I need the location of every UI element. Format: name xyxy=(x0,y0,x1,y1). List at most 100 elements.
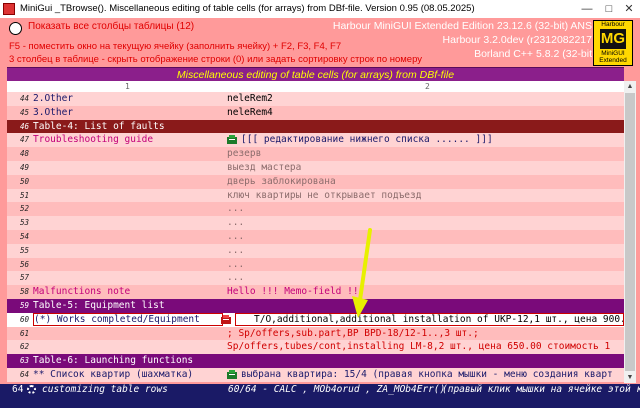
table-row[interactable]: 44 2.Other neleRem2 xyxy=(7,92,624,106)
cell-col2[interactable]: ... xyxy=(227,258,624,272)
column-header-1[interactable]: 1 xyxy=(125,81,130,92)
cell-col2[interactable]: дверь заблокирована xyxy=(227,175,624,189)
cell-col2[interactable]: ... xyxy=(227,230,624,244)
row-number: 64 xyxy=(19,369,29,379)
apartment-label: выбрана квартира: 15/4 (правая кнопка мы… xyxy=(241,368,613,380)
table-row[interactable]: 61 ; Sp/offers,sub.part,BP BPD-18/12-1..… xyxy=(7,326,624,341)
table-row[interactable]: 54 ... xyxy=(7,229,624,244)
table-row[interactable]: 55 ... xyxy=(7,243,624,258)
section-row[interactable]: 63 Table-6: Launching functions xyxy=(7,354,624,368)
row-number: 50 xyxy=(19,176,29,186)
cell-col1[interactable]: 2.Other xyxy=(33,92,223,106)
scroll-down-icon[interactable]: ▼ xyxy=(624,372,636,383)
table-row[interactable]: 52 ... xyxy=(7,202,624,217)
cell-col2[interactable]: выезд мастера xyxy=(227,161,624,175)
table-row[interactable]: 53 ... xyxy=(7,216,624,230)
table-row[interactable]: 48 резерв xyxy=(7,147,624,161)
table-row[interactable]: 62 Sp/offers,tubes/cont,installing LM-8,… xyxy=(7,340,624,355)
cell-col2[interactable]: Hello !!! Memo-field !!! xyxy=(227,285,624,299)
scroll-up-icon[interactable]: ▲ xyxy=(624,81,636,92)
equipment-icon[interactable] xyxy=(221,314,231,324)
row-number: 59 xyxy=(19,300,29,310)
table-row[interactable]: 57 ... xyxy=(7,271,624,286)
logo-bottom-text-2: Extended xyxy=(599,57,627,64)
version-minigui: Harbour MiniGUI Extended Edition 23.12.6… xyxy=(332,20,592,32)
cell-col2[interactable]: ключ квартиры не открывает подъезд xyxy=(227,189,624,203)
row-number: 46 xyxy=(19,121,29,131)
cell-col2[interactable]: Sp/offers,tubes/cont,installing LM-8,2 ш… xyxy=(227,340,624,354)
row-number: 62 xyxy=(19,342,29,352)
row-number: 45 xyxy=(19,107,29,117)
row-number: 55 xyxy=(19,245,29,255)
table-row[interactable]: 45 3.Other neleRem4 xyxy=(7,105,624,120)
scrollbar-thumb[interactable] xyxy=(625,93,635,371)
row-number: 56 xyxy=(19,259,29,269)
apartment-icon[interactable] xyxy=(227,369,237,379)
minigui-logo: Harbour MG MiniGUI Extended xyxy=(593,20,633,66)
column-header-row: 1 2 xyxy=(7,81,624,92)
show-all-columns-label[interactable]: Показать все столбцы таблицы (12) xyxy=(28,21,194,32)
row-number: 48 xyxy=(19,149,29,159)
table-row[interactable]: 56 ... xyxy=(7,257,624,272)
column-header-2[interactable]: 2 xyxy=(425,81,430,92)
record-count: 64 xyxy=(12,384,24,395)
cell-col2[interactable]: ... xyxy=(227,216,624,230)
cell-col1[interactable]: ** Список квартир (шахматка) xyxy=(33,368,223,382)
row-number: 44 xyxy=(19,94,29,103)
section-title[interactable]: Table-6: Launching functions xyxy=(33,354,433,368)
window-title: MiniGui _TBrowse(). Miscellaneous editin… xyxy=(20,3,475,14)
show-all-columns-checkbox[interactable] xyxy=(9,22,22,35)
status-info: 60/64 - CALC , MOb4orud , ZA_MOb4Err() xyxy=(228,384,446,395)
row-number: 53 xyxy=(19,218,29,228)
table-row[interactable]: 49 выезд мастера xyxy=(7,160,624,175)
table-row[interactable]: 51 ключ квартиры не открывает подъезд xyxy=(7,188,624,203)
table-row[interactable]: 64 ** Список квартир (шахматка) выбрана … xyxy=(7,367,624,382)
status-bar: 64 customizing table rows 60/64 - CALC ,… xyxy=(0,384,640,408)
table-row-current[interactable]: 60 (*) Works completed/Equipment T/O,add… xyxy=(7,312,624,327)
vertical-scrollbar[interactable]: ▲ ▼ xyxy=(624,81,636,383)
status-hint: (правый клик мышки на ячейке этой кол xyxy=(442,384,640,395)
hint-column3: 3 столбец в таблице - скрыть отображение… xyxy=(9,54,423,65)
section-row[interactable]: 59 Table-5: Equipment list xyxy=(7,298,624,313)
version-compiler: Borland C++ 5.8.2 (32-bit xyxy=(474,48,592,60)
logo-bottom-text-1: MiniGUI xyxy=(601,50,625,57)
cell-col1[interactable]: Troubleshooting guide xyxy=(33,133,223,147)
edit-list-icon[interactable] xyxy=(227,135,237,145)
cell-col2[interactable]: ; Sp/offers,sub.part,BP BPD-18/12-1..,3 … xyxy=(227,327,624,341)
cell-col2-selected[interactable]: T/O,additional,additional installation o… xyxy=(235,312,624,326)
cell-col2[interactable]: [[[ редактирование нижнего списка ......… xyxy=(227,133,624,147)
minimize-button[interactable]: — xyxy=(576,0,598,18)
grid-title: Miscellaneous editing of table cells (fo… xyxy=(7,67,624,82)
cell-col2[interactable]: резерв xyxy=(227,147,624,161)
table-row[interactable]: 58 Malfunctions note Hello !!! Memo-fiel… xyxy=(7,285,624,299)
close-button[interactable]: ✕ xyxy=(618,0,640,18)
table-row[interactable]: 50 дверь заблокирована xyxy=(7,174,624,189)
section-title[interactable]: Table-4: List of faults xyxy=(33,120,433,134)
table-row[interactable]: 47 Troubleshooting guide [[[ редактирова… xyxy=(7,133,624,148)
hint-f5: F5 - поместить окно на текущую ячейку (з… xyxy=(9,41,342,52)
row-number: 60 xyxy=(19,314,29,324)
app-icon xyxy=(3,3,15,15)
row-number: 51 xyxy=(19,190,29,200)
cell-col2[interactable]: выбрана квартира: 15/4 (правая кнопка мы… xyxy=(227,368,624,382)
cell-col2[interactable]: neleRem2 xyxy=(227,92,624,106)
row-number: 49 xyxy=(19,162,29,172)
row-number: 58 xyxy=(19,287,29,297)
cell-col1[interactable]: (*) Works completed/Equipment xyxy=(33,312,223,326)
cell-col2[interactable]: ... xyxy=(227,202,624,216)
window-titlebar: MiniGui _TBrowse(). Miscellaneous editin… xyxy=(0,0,640,18)
edit-list-label: [[[ редактирование нижнего списка ......… xyxy=(241,134,493,146)
row-number: 52 xyxy=(19,204,29,214)
cell-col2[interactable]: neleRem4 xyxy=(227,106,624,120)
customize-rows-label[interactable]: customizing table rows xyxy=(42,384,168,396)
cell-col1[interactable]: Malfunctions note xyxy=(33,285,223,299)
logo-top-text: Harbour xyxy=(601,21,625,28)
cell-col2[interactable]: ... xyxy=(227,244,624,258)
row-number: 61 xyxy=(19,328,29,338)
maximize-button[interactable]: □ xyxy=(598,0,620,18)
cell-col1[interactable]: 3.Other xyxy=(33,106,223,120)
cell-col2[interactable]: ... xyxy=(227,271,624,285)
arrow-annotation-icon xyxy=(352,228,372,318)
section-row[interactable]: 46 Table-4: List of faults xyxy=(7,119,624,134)
version-harbour: Harbour 3.2.0dev (r2312082217 xyxy=(442,34,592,46)
